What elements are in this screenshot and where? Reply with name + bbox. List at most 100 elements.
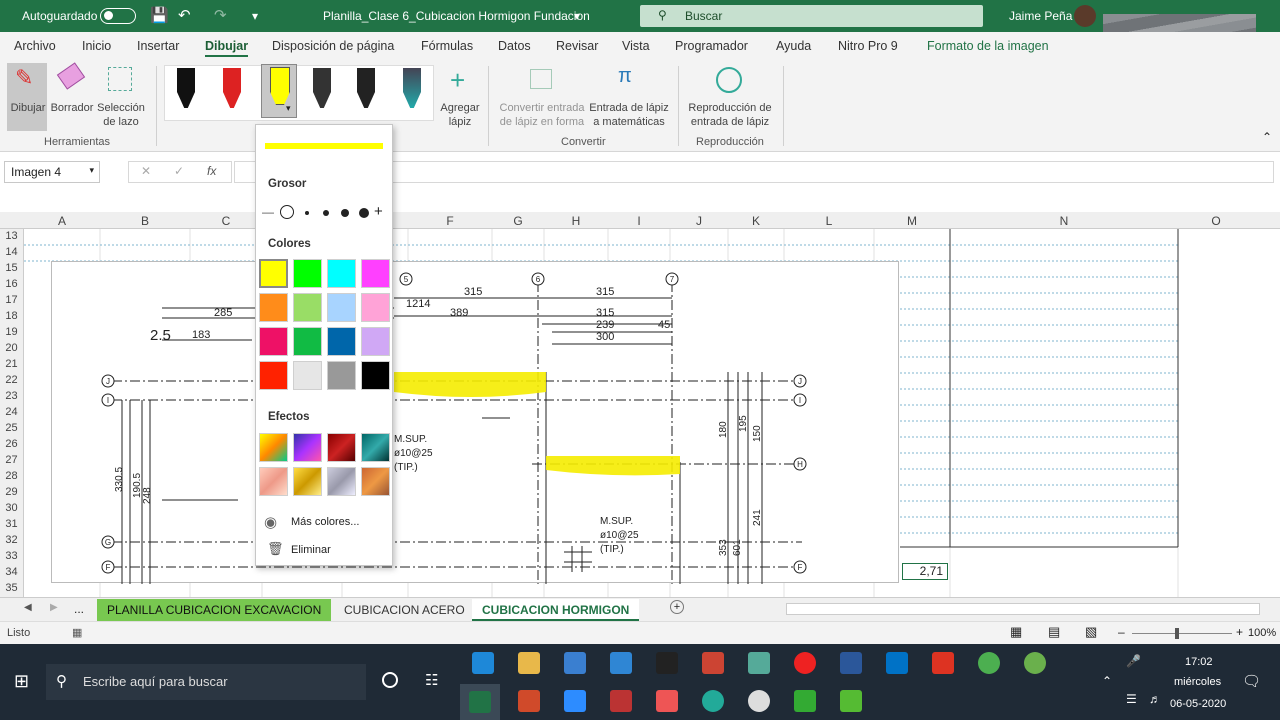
color-swatch[interactable] [327, 259, 356, 288]
tray-chevron-icon[interactable]: ⌃ [1102, 674, 1112, 688]
row-14[interactable]: 14 [0, 246, 23, 258]
row-19[interactable]: 19 [0, 326, 23, 338]
tab-acero[interactable]: CUBICACION ACERO [334, 599, 475, 621]
row-33[interactable]: 33 [0, 550, 23, 562]
app-icon-4[interactable] [610, 690, 632, 712]
color-swatch[interactable] [259, 293, 288, 322]
row-13[interactable]: 13 [0, 230, 23, 242]
col-n[interactable]: N [950, 214, 1178, 228]
red-pen-icon[interactable] [223, 68, 241, 108]
normal-view-icon[interactable]: ▦ [1010, 624, 1022, 640]
add-pen-button[interactable]: + Agregar lápiz [438, 63, 482, 133]
row-28[interactable]: 28 [0, 470, 23, 482]
autosave-toggle[interactable] [100, 8, 136, 24]
redo-icon[interactable]: ↷ [214, 6, 227, 24]
row-29[interactable]: 29 [0, 486, 23, 498]
notification-icon[interactable]: 🗨 [1242, 672, 1261, 690]
row-25[interactable]: 25 [0, 422, 23, 434]
col-l[interactable]: L [784, 214, 874, 228]
menu-dibujar[interactable]: Dibujar [205, 39, 249, 57]
eraser-button[interactable]: Borrador [48, 62, 96, 131]
app-icon-2[interactable] [702, 652, 724, 674]
menu-datos[interactable]: Datos [498, 39, 531, 53]
effect-galaxy[interactable] [293, 433, 322, 462]
col-a[interactable]: A [24, 214, 100, 228]
row-26[interactable]: 26 [0, 438, 23, 450]
menu-programador[interactable]: Programador [675, 39, 748, 53]
col-o[interactable]: O [1178, 214, 1254, 228]
row-27[interactable]: 27 [0, 454, 23, 466]
teal-pen-icon[interactable] [403, 68, 421, 108]
col-j[interactable]: J [670, 214, 728, 228]
color-swatch[interactable] [327, 293, 356, 322]
store-icon[interactable] [564, 652, 586, 674]
app-icon-7[interactable] [794, 690, 816, 712]
mail-icon[interactable] [610, 652, 632, 674]
math-input-button[interactable]: π Entrada de lápiz a matemáticas [588, 63, 670, 133]
row-30[interactable]: 30 [0, 502, 23, 514]
effect-lava[interactable] [327, 433, 356, 462]
col-h[interactable]: H [544, 214, 608, 228]
color-swatch[interactable] [361, 327, 390, 356]
zoom-out-icon[interactable]: – [1118, 625, 1125, 639]
row-23[interactable]: 23 [0, 390, 23, 402]
more-colors-item[interactable]: ◉ Más colores... [264, 513, 388, 533]
row-34[interactable]: 34 [0, 566, 23, 578]
menu-vista[interactable]: Vista [622, 39, 650, 53]
clock-time[interactable]: 17:02 [1185, 656, 1213, 668]
effect-rainbow[interactable] [259, 433, 288, 462]
tab-hormigon[interactable]: CUBICACION HORMIGON [472, 599, 640, 621]
avatar[interactable] [1074, 5, 1096, 27]
app-icon-6[interactable] [702, 690, 724, 712]
clock-day[interactable]: miércoles [1174, 676, 1221, 688]
collapse-ribbon-icon[interactable]: ⌃ [1262, 130, 1272, 144]
convert-shape-button[interactable]: Convertir entrada de lápiz en forma [496, 63, 588, 133]
col-m[interactable]: M [874, 214, 950, 228]
color-swatch[interactable] [259, 259, 288, 288]
menu-formulas[interactable]: Fórmulas [421, 39, 473, 53]
minus-icon[interactable]: — [262, 205, 274, 219]
scroll-right-icon[interactable]: ▶ [50, 602, 58, 613]
opera-icon[interactable] [794, 652, 816, 674]
row-35[interactable]: 35 [0, 582, 23, 594]
taskbar-search[interactable]: ⚲ Escribe aquí para buscar [46, 664, 366, 700]
zoom-level[interactable]: 100% [1248, 627, 1276, 639]
utorrent-icon[interactable] [1024, 652, 1046, 674]
app-icon-3[interactable] [748, 652, 770, 674]
undo-icon[interactable]: ↶ [178, 6, 191, 24]
zoom-handle[interactable] [1175, 628, 1179, 639]
page-break-icon[interactable]: ▧ [1085, 624, 1097, 640]
tab-excavacion[interactable]: PLANILLA CUBICACION EXCAVACION [97, 599, 332, 621]
outlook-icon[interactable] [886, 652, 908, 674]
effect-gold[interactable] [293, 467, 322, 496]
color-swatch[interactable] [327, 327, 356, 356]
zoom-icon[interactable] [564, 690, 586, 712]
color-swatch[interactable] [259, 361, 288, 390]
zoom-in-icon[interactable]: + [1236, 625, 1243, 639]
galaxy-pen-icon[interactable] [357, 68, 375, 108]
chevron-down-icon[interactable]: ▾ [574, 9, 580, 23]
macro-record-icon[interactable]: ▦ [72, 626, 82, 639]
add-sheet-icon[interactable]: + [670, 600, 684, 614]
task-view-icon[interactable]: ☷ [425, 671, 438, 689]
plus-icon[interactable]: + [374, 203, 383, 220]
edge-icon[interactable] [472, 652, 494, 674]
cortana-icon[interactable] [382, 672, 398, 688]
clock-date[interactable]: 06-05-2020 [1170, 698, 1226, 710]
row-15[interactable]: 15 [0, 262, 23, 274]
col-i[interactable]: I [608, 214, 670, 228]
excel-taskbar-active[interactable] [460, 684, 500, 720]
color-swatch[interactable] [293, 293, 322, 322]
cell-m34[interactable]: 2,71 [902, 563, 948, 580]
pencil-icon[interactable] [313, 68, 331, 108]
row-24[interactable]: 24 [0, 406, 23, 418]
color-swatch[interactable] [293, 259, 322, 288]
confirm-icon[interactable]: ✓ [174, 164, 184, 178]
menu-ayuda[interactable]: Ayuda [776, 39, 811, 53]
more-tabs-icon[interactable]: ... [74, 602, 84, 616]
horizontal-scrollbar[interactable] [786, 603, 1260, 615]
powerpoint-icon[interactable] [518, 690, 540, 712]
file-explorer-icon[interactable] [518, 652, 540, 674]
color-swatch[interactable] [293, 361, 322, 390]
name-box[interactable]: Imagen 4 ▾ [4, 161, 100, 183]
